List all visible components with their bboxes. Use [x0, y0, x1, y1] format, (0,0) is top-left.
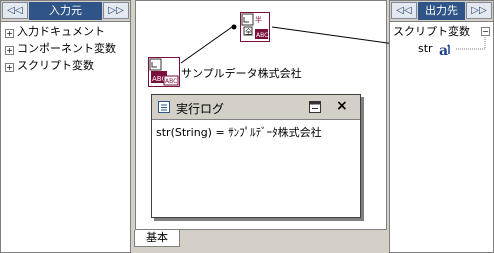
connector-line-left [180, 26, 233, 64]
minimize-window-icon[interactable] [309, 101, 321, 113]
svg-text:全: 全 [245, 27, 252, 36]
string-function-icon-graphic: 全 半 ABC [241, 13, 268, 39]
output-panel-title: 出力先 [418, 2, 465, 20]
svg-text:ABC: ABC [256, 32, 268, 39]
svg-text:a: a [439, 43, 448, 57]
string-function-icon[interactable]: 全 半 ABC [240, 12, 270, 42]
svg-text:ABC: ABC [165, 78, 177, 85]
tree-item-str[interactable]: str [418, 41, 433, 57]
log-icon [158, 101, 170, 113]
output-next-button[interactable]: ▷▷ [466, 2, 492, 19]
output-panel-header: ◁◁ 出力先 ▷▷ [390, 1, 493, 22]
log-output-area[interactable]: str(String) = ｻﾝﾌﾟﾙﾃﾞｰﾀ株式会社 [152, 120, 360, 217]
string-constant-icon-graphic: ABC ABC [149, 58, 179, 86]
tree-item-label: str [418, 42, 433, 55]
component-label: サンプルデータ株式会社 [181, 67, 302, 80]
svg-text:半: 半 [255, 15, 262, 24]
tree-connector-lines [456, 35, 486, 50]
output-prev-button[interactable]: ◁◁ [391, 2, 417, 19]
log-window-title: 実行ログ [176, 102, 225, 116]
log-line: str(String) = ｻﾝﾌﾟﾙﾃﾞｰﾀ株式会社 [156, 126, 322, 139]
tab-basic[interactable]: 基本 [134, 230, 180, 247]
output-panel: ◁◁ 出力先 ▷▷ スクリプト変数 − str a [389, 0, 494, 253]
connector-dot [231, 24, 237, 30]
execution-log-window[interactable]: 実行ログ × str(String) = ｻﾝﾌﾟﾙﾃﾞｰﾀ株式会社 [151, 94, 361, 218]
close-icon[interactable]: × [336, 98, 348, 114]
log-window-titlebar[interactable]: 実行ログ × [152, 95, 360, 120]
string-constant-icon[interactable]: ABC ABC [148, 57, 180, 87]
